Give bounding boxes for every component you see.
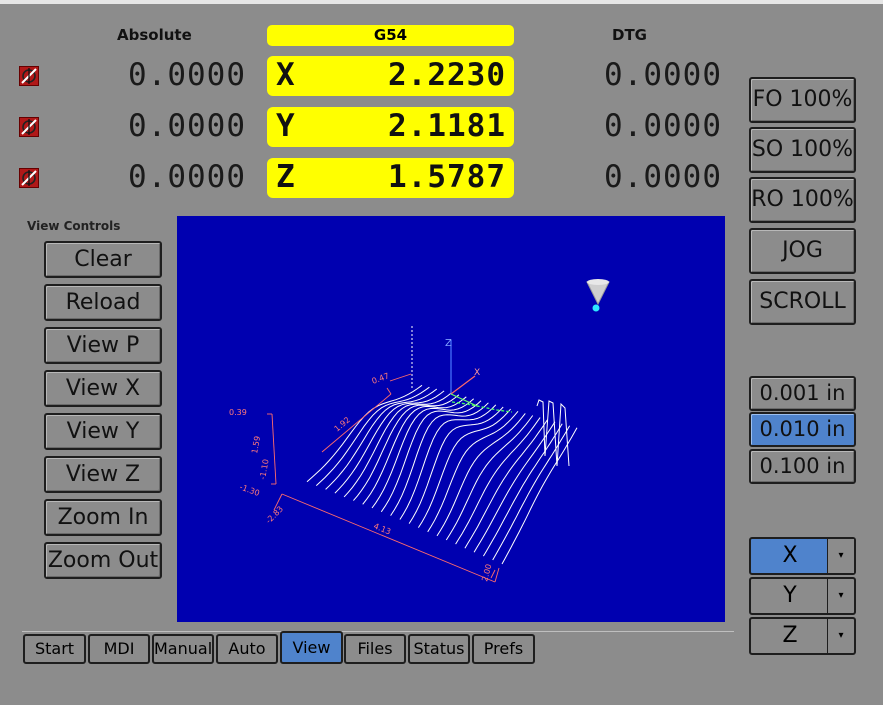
reload-button[interactable]: Reload: [44, 284, 162, 321]
chevron-down-icon[interactable]: ▾: [827, 539, 854, 573]
x-start-label: -2.83: [264, 504, 285, 525]
chevron-down-icon[interactable]: ▾: [827, 579, 854, 613]
axis-letter-z: Z: [276, 159, 295, 195]
origin-x-label: X: [474, 368, 480, 378]
clear-button[interactable]: Clear: [44, 241, 162, 278]
extent-labels: 0.39 1.59 -1.10 -1.30 1.92 4.13 -2.83 2.…: [229, 371, 494, 582]
dtg-z-value: 0.0000: [604, 159, 722, 195]
toolpath-pass: [417, 408, 511, 528]
tab-prefs[interactable]: Prefs: [472, 634, 535, 664]
axis-letter-y: Y: [276, 108, 295, 144]
zoom-out-button[interactable]: Zoom Out: [44, 542, 162, 579]
coord-system-header: G54: [267, 25, 514, 46]
increment-0001-button[interactable]: 0.001 in: [749, 376, 856, 411]
corner-label: 0.47: [371, 371, 391, 386]
view-z-button[interactable]: View Z: [44, 456, 162, 493]
zoom-in-button[interactable]: Zoom In: [44, 499, 162, 536]
feed-override-button[interactable]: FO 100%: [749, 77, 856, 123]
origin-z-label: Z: [445, 338, 452, 349]
relative-x-readout: X 2.2230: [267, 56, 514, 96]
jog-axis-x-label: X: [782, 543, 798, 568]
spindle-override-button[interactable]: SO 100%: [749, 127, 856, 173]
x-dim-label: 4.13: [372, 522, 392, 537]
tab-start[interactable]: Start: [23, 634, 86, 664]
chevron-down-icon[interactable]: ▾: [827, 619, 854, 653]
toolpath-pass: [371, 398, 475, 509]
dtg-x-value: 0.0000: [604, 57, 722, 93]
absolute-y-value: 0.0000: [128, 108, 246, 144]
toolpath-pass: [362, 396, 467, 505]
jog-axis-x-selector[interactable]: X ▾: [749, 537, 856, 575]
dtg-header: DTG: [612, 26, 647, 44]
absolute-z-value: 0.0000: [128, 159, 246, 195]
dtg-y-value: 0.0000: [604, 108, 722, 144]
jog-axis-z-label: Z: [782, 623, 798, 648]
toolpath-lines: [306, 384, 578, 565]
z-bot-label: -1.30: [238, 482, 261, 498]
increment-0100-button[interactable]: 0.100 in: [749, 449, 856, 484]
axis-letter-x: X: [276, 57, 295, 93]
rapid-override-button[interactable]: RO 100%: [749, 177, 856, 223]
toolpath-pass: [455, 417, 541, 545]
tab-manual[interactable]: Manual: [152, 634, 214, 664]
z-mid2-label: -1.10: [258, 458, 270, 480]
toolpath-pass: [464, 419, 548, 549]
toolpath-pass: [482, 423, 563, 557]
tab-files[interactable]: Files: [344, 634, 406, 664]
view-x-button[interactable]: View X: [44, 370, 162, 407]
tab-mdi[interactable]: MDI: [88, 634, 150, 664]
view-controls-title: View Controls: [27, 219, 121, 233]
toolpath-preview-svg: Z X 0.39 1.59 -1.10 -1.30 1.92 4.13 -2.8…: [229, 279, 610, 583]
jog-axis-z-selector[interactable]: Z ▾: [749, 617, 856, 655]
window-top-edge: [0, 0, 883, 4]
tab-auto[interactable]: Auto: [216, 634, 278, 664]
tab-view[interactable]: View: [280, 631, 343, 664]
toolpath-pass: [380, 400, 482, 513]
relative-z-readout: Z 1.5787: [267, 158, 514, 198]
increment-0010-button[interactable]: 0.010 in: [749, 412, 856, 447]
tab-bar-divider: [22, 631, 734, 632]
extents-lines: [267, 373, 500, 583]
toolpath-preview[interactable]: Z X 0.39 1.59 -1.10 -1.30 1.92 4.13 -2.8…: [177, 216, 725, 622]
relative-y-readout: Y 2.1181: [267, 107, 514, 147]
toolpath-pass: [501, 427, 578, 565]
scroll-button[interactable]: SCROLL: [749, 279, 856, 325]
tool-cone-icon: [586, 279, 610, 312]
view-y-button[interactable]: View Y: [44, 413, 162, 450]
jog-axis-y-label: Y: [783, 583, 797, 608]
jog-axis-y-selector[interactable]: Y ▾: [749, 577, 856, 615]
toolpath-pass: [306, 384, 423, 483]
y-dim-label: 1.92: [333, 415, 352, 433]
toolpath-pass: [445, 415, 534, 541]
z-mid1-label: 1.59: [250, 435, 262, 454]
z-top-label: 0.39: [229, 408, 247, 417]
jog-button[interactable]: JOG: [749, 228, 856, 274]
origin-x-axis: [450, 375, 476, 395]
x-end-label: 2.00: [480, 563, 493, 583]
view-p-button[interactable]: View P: [44, 327, 162, 364]
tab-status[interactable]: Status: [408, 634, 470, 664]
absolute-header: Absolute: [117, 26, 192, 44]
absolute-x-value: 0.0000: [128, 57, 246, 93]
